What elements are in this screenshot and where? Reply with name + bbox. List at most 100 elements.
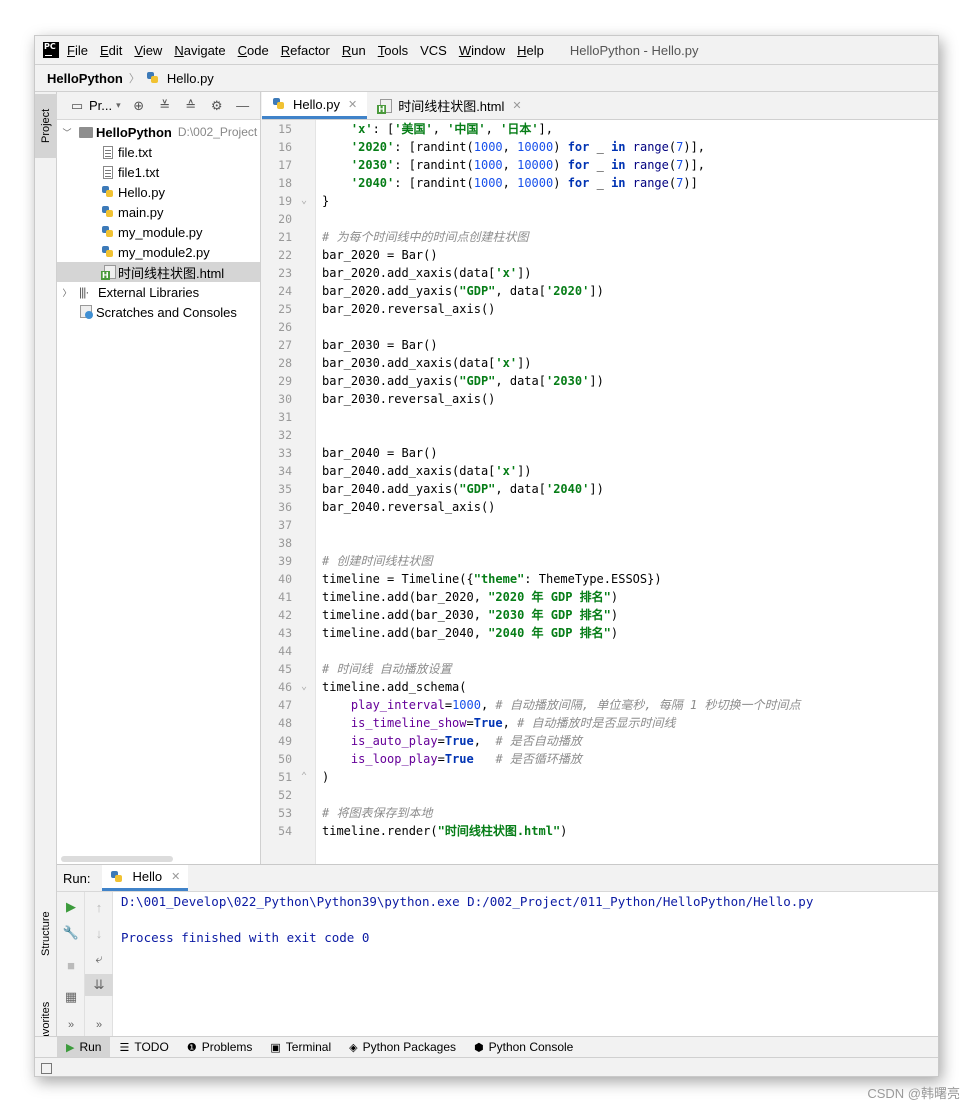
code-token: timeline.add_schema( — [322, 680, 467, 694]
menu-item[interactable]: Code — [238, 43, 269, 58]
menu-item[interactable]: File — [67, 43, 88, 58]
close-icon[interactable]: ✕ — [171, 870, 180, 883]
tree-item[interactable]: main.py — [57, 202, 260, 222]
tool-window-button[interactable]: ▶ Run — [57, 1037, 111, 1057]
console-line: Process finished with exit code 0 — [121, 930, 370, 945]
menu-item[interactable]: Edit — [100, 43, 122, 58]
fold-marker-icon — [292, 714, 316, 732]
code-token: , — [473, 734, 496, 748]
tree-toggle-icon[interactable]: 〉 — [61, 286, 73, 299]
more-icon[interactable]: » — [85, 1014, 113, 1036]
tool-window-button[interactable]: ⬢ Python Console — [465, 1037, 582, 1057]
code-token: 'x' — [495, 356, 518, 370]
fold-marker-icon[interactable]: ⌃ — [292, 768, 316, 786]
code-token: bar_2030.add_yaxis( — [322, 374, 460, 388]
breadcrumb-file[interactable]: Hello.py — [146, 71, 214, 86]
code-line: 53 # 将图表保存到本地 — [262, 804, 938, 822]
code-line: 39 # 创建时间线柱状图 — [262, 552, 938, 570]
more-icon[interactable]: » — [57, 1014, 85, 1036]
soft-wrap-icon[interactable]: ⤶ — [85, 948, 113, 970]
collapse-all-icon[interactable]: ≙ — [183, 98, 199, 114]
menu-item[interactable]: Refactor — [281, 43, 330, 58]
tree-item[interactable]: file.txt — [57, 142, 260, 162]
code-line: 31 — [262, 408, 938, 426]
breadcrumb-project[interactable]: HelloPython — [47, 71, 123, 86]
tool-window-button[interactable]: ☰ TODO — [110, 1037, 177, 1057]
code-line: 30 bar_2030.reversal_axis() — [262, 390, 938, 408]
tree-item[interactable]: Scratches and Consoles — [57, 302, 260, 322]
tool-window-button[interactable]: ❶ Problems — [178, 1037, 262, 1057]
menu-mnemonic: F — [67, 42, 75, 58]
code-line: 47 play_interval=1000, # 自动播放间隔, 单位毫秒, 每… — [262, 696, 938, 714]
tree-item[interactable]: 〉 |||· External Libraries — [57, 282, 260, 302]
close-icon[interactable]: ✕ — [348, 98, 357, 111]
menu-item[interactable]: Window — [459, 43, 505, 58]
fold-marker-icon[interactable]: ⌄ — [292, 678, 316, 696]
console-output[interactable]: D:\001_Develop\022_Python\Python39\pytho… — [113, 892, 938, 1036]
code-token: )], — [683, 158, 706, 172]
code-text: bar_2020.add_xaxis(data['x']) — [316, 264, 532, 282]
close-icon[interactable]: ✕ — [512, 99, 521, 112]
stop-icon[interactable]: ■ — [57, 954, 85, 976]
code-token: '美国' — [394, 122, 433, 136]
tree-toggle-icon[interactable]: ﹀ — [61, 126, 73, 139]
run-panel: Run: Hello ✕ ▶ 🔧 ■ ▦ » ↑ ↓ ⤶ ⇊ » D:\001_… — [57, 864, 938, 1037]
code-token: bar_2040 = Bar() — [322, 446, 438, 460]
tree-item[interactable]: Hello.py — [57, 182, 260, 202]
project-panel: ▭ Pr... ▾ ⊕ ≚ ≙ ⚙ — ﹀ HelloPython D:\002_P… — [57, 92, 261, 864]
menu-item[interactable]: Tools — [378, 43, 408, 58]
hide-icon[interactable]: — — [235, 98, 251, 113]
menu-item[interactable]: Run — [342, 43, 366, 58]
menu-mnemonic: N — [174, 42, 184, 58]
tree-item[interactable]: 时间线柱状图.html — [57, 262, 260, 282]
code-text: # 为每个时间线中的时间点创建柱状图 — [316, 228, 528, 246]
code-line: 28 bar_2030.add_xaxis(data['x']) — [262, 354, 938, 372]
tree-item[interactable]: my_module2.py — [57, 242, 260, 262]
editor-tabbar: Hello.py ✕ 时间线柱状图.html ✕ — [262, 92, 938, 120]
arrow-up-icon[interactable]: ↑ — [85, 896, 113, 918]
editor-tab[interactable]: Hello.py ✕ — [262, 92, 368, 119]
fold-marker-icon — [292, 282, 316, 300]
tool-window-button[interactable]: ◈ Python Packages — [340, 1037, 465, 1057]
layout-icon[interactable]: ▦ — [57, 986, 85, 1008]
code-token: '中国' — [447, 122, 486, 136]
fold-marker-icon — [292, 246, 316, 264]
project-tool-tab[interactable]: Project — [35, 94, 57, 158]
horizontal-scrollbar[interactable] — [61, 856, 173, 862]
locate-icon[interactable]: ⊕ — [131, 98, 147, 114]
tree-item[interactable]: file1.txt — [57, 162, 260, 182]
rerun-icon[interactable]: ▶ — [57, 896, 85, 918]
code-token: , — [480, 698, 496, 712]
code-line: 19 ⌄} — [262, 192, 938, 210]
tree-item[interactable]: my_module.py — [57, 222, 260, 242]
fold-marker-icon[interactable]: ⌄ — [292, 192, 316, 210]
tool-window-button[interactable]: ▣ Terminal — [261, 1037, 340, 1057]
editor-tab[interactable]: 时间线柱状图.html ✕ — [367, 92, 531, 119]
menu-item[interactable]: Help — [517, 43, 544, 58]
arrow-down-icon[interactable]: ↓ — [85, 922, 113, 944]
menu-item[interactable]: View — [134, 43, 162, 58]
code-token: "2020 年 GDP 排名" — [488, 590, 611, 604]
code-token: : [randint( — [394, 140, 474, 154]
library-icon: |||· — [79, 285, 89, 299]
tool-windows-icon[interactable] — [41, 1062, 52, 1074]
project-view-selector[interactable]: ▭ Pr... ▾ — [69, 98, 121, 114]
tree-item[interactable]: ﹀ HelloPython D:\002_Project — [57, 122, 260, 142]
run-tab-hello[interactable]: Hello ✕ — [102, 865, 189, 891]
menu-item[interactable]: VCS — [420, 43, 447, 58]
menu-item[interactable]: Navigate — [174, 43, 225, 58]
code-line: 22 bar_2020 = Bar() — [262, 246, 938, 264]
wrench-icon[interactable]: 🔧 — [57, 922, 85, 944]
code-area[interactable]: 15 'x': ['美国', '中国', '日本'], 16 '2020': [r… — [262, 120, 938, 864]
structure-tool-tab[interactable]: Structure — [35, 898, 57, 970]
gear-icon[interactable]: ⚙ — [209, 98, 225, 114]
code-token: '2040' — [545, 482, 590, 496]
expand-all-icon[interactable]: ≚ — [157, 98, 173, 114]
code-text: '2020': [randint(1000, 10000) for _ in r… — [316, 138, 705, 156]
scroll-to-end-icon[interactable]: ⇊ — [85, 974, 113, 996]
code-token: ) — [553, 176, 568, 190]
code-token: = — [444, 698, 453, 712]
